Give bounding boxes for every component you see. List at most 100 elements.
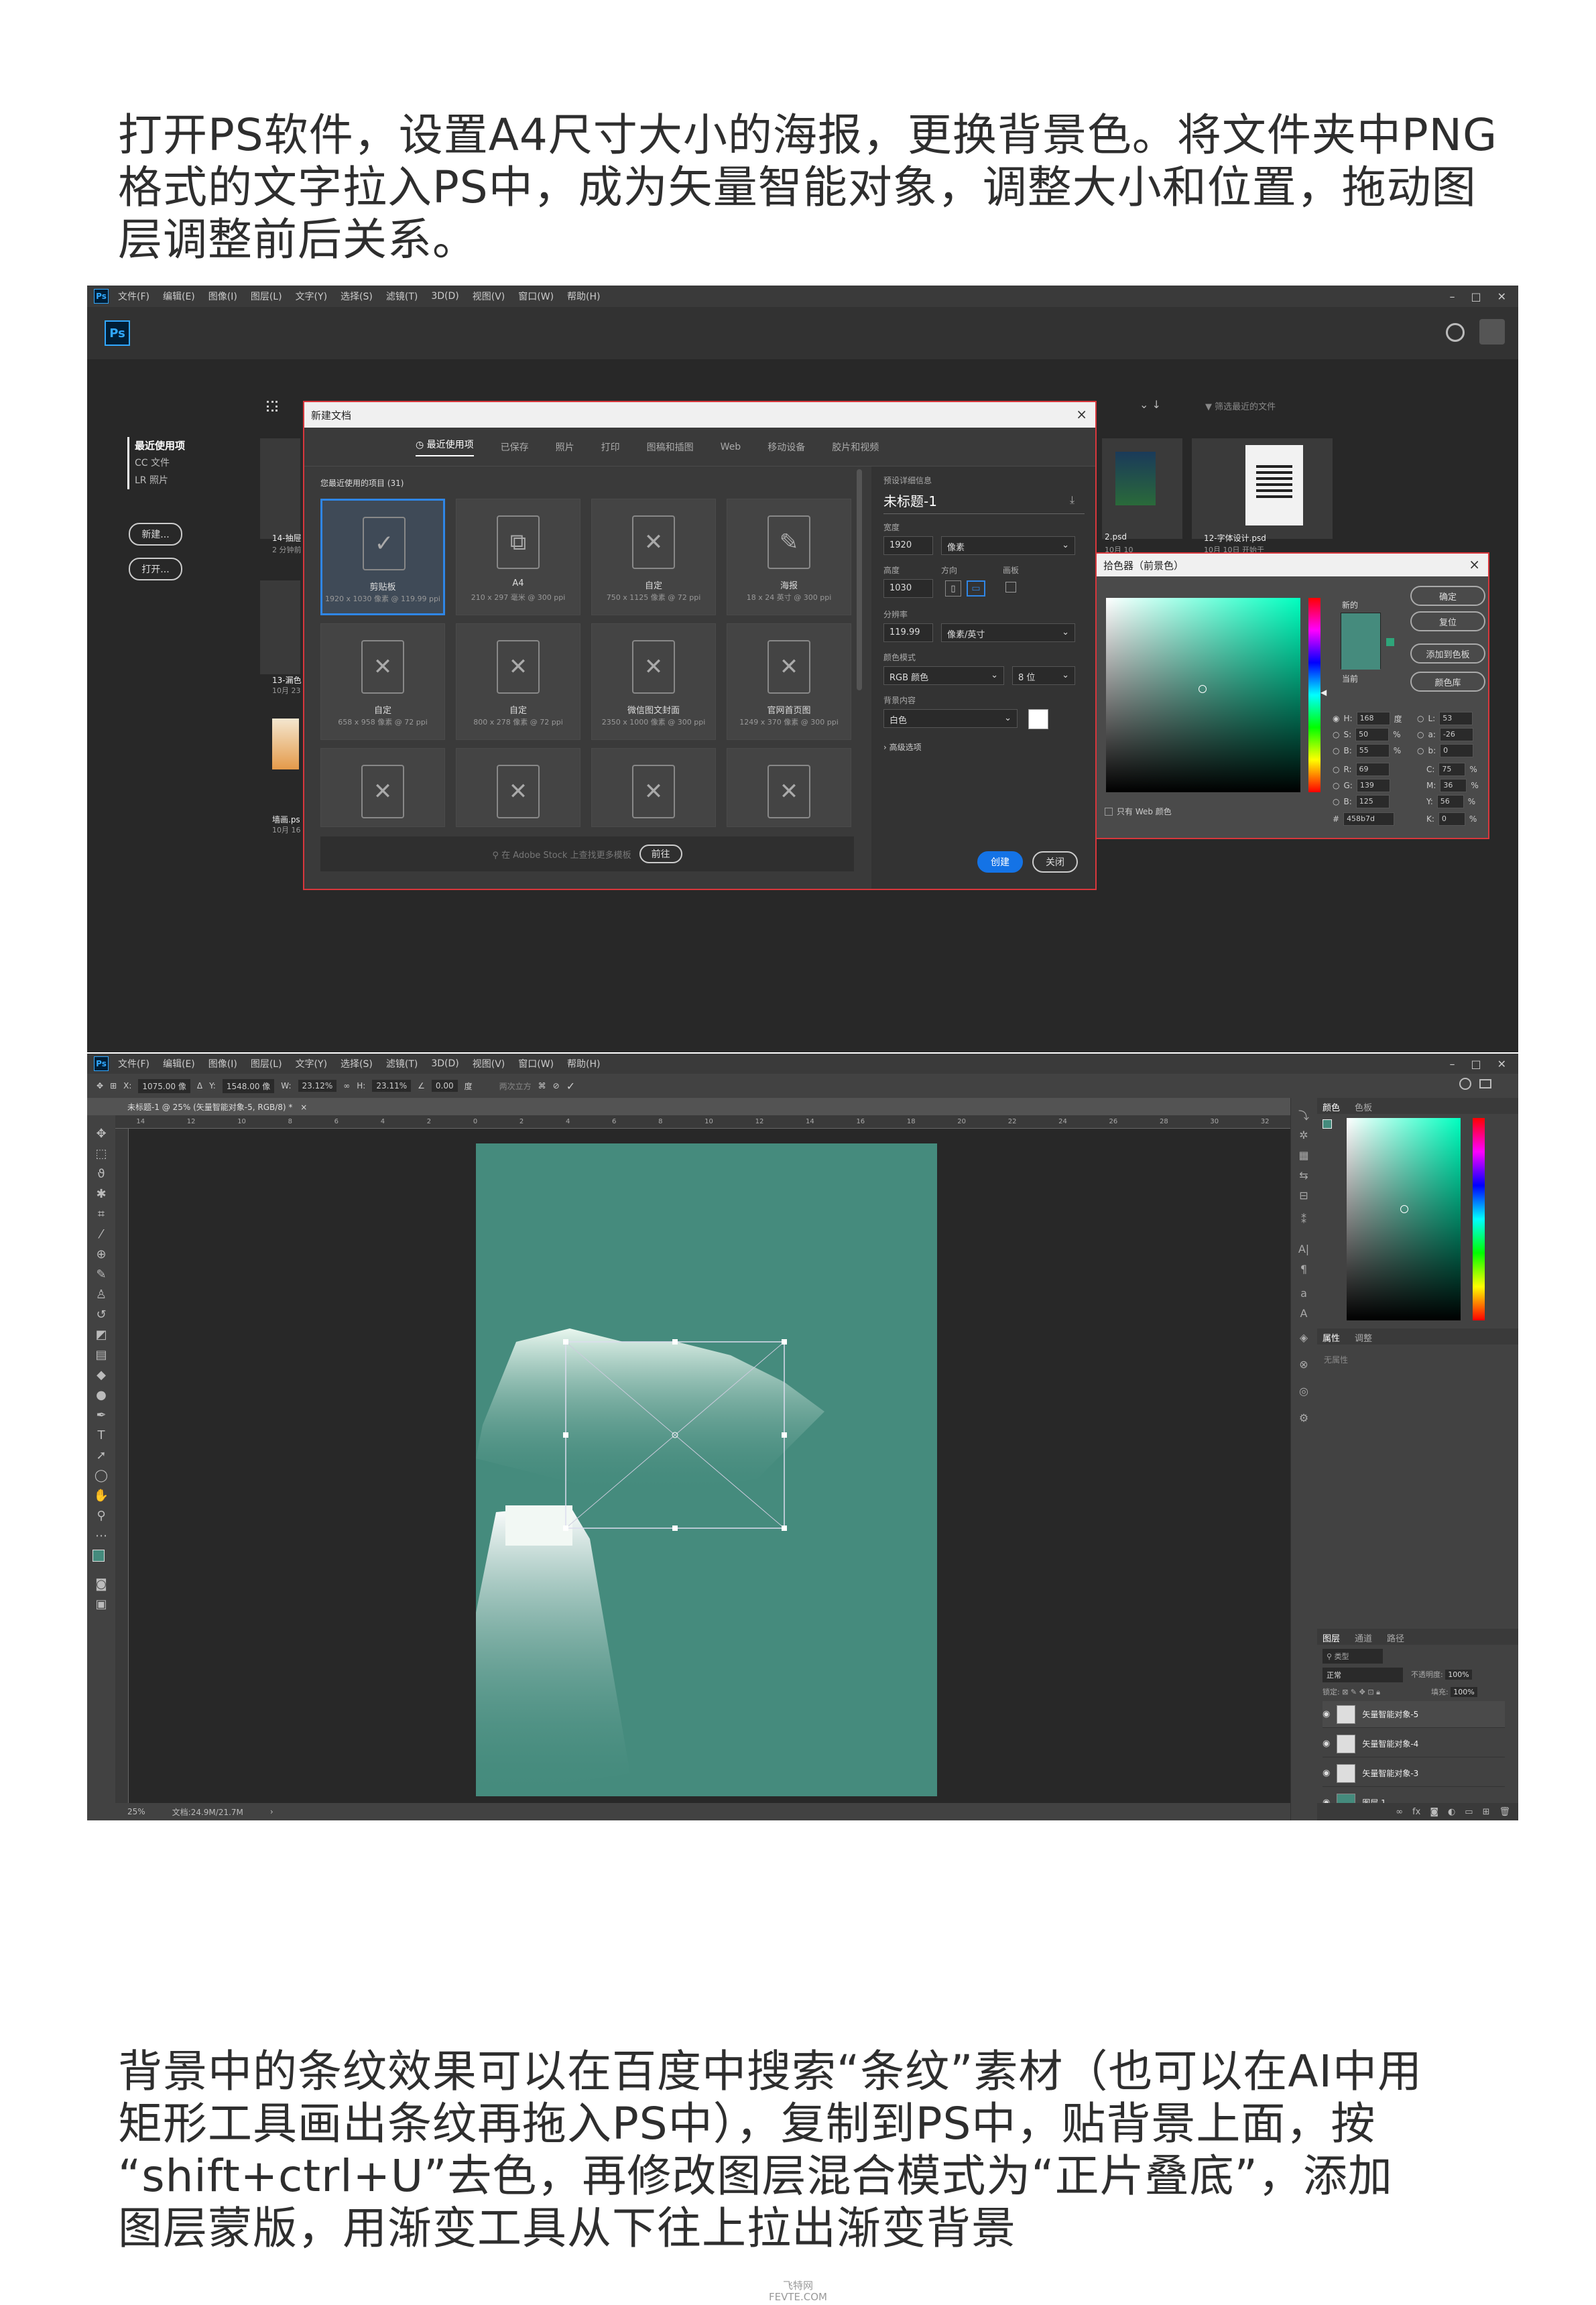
menu-file[interactable]: 文件(F) xyxy=(118,290,149,303)
transform-handle[interactable] xyxy=(672,1525,678,1531)
preset-tile[interactable]: ✎ 海报 18 x 24 英寸 @ 300 ppi xyxy=(727,499,851,615)
preset-tile[interactable]: ✕ 官网首页图 1249 x 370 像素 @ 300 ppi xyxy=(727,623,851,740)
sort-arrow-icon[interactable]: ⌄ ↓ xyxy=(1140,398,1161,411)
interpolation-select[interactable]: 两次立方 xyxy=(499,1080,532,1092)
preset-tile[interactable]: ✕ xyxy=(591,748,716,827)
clone-source-icon[interactable]: ⇆ xyxy=(1296,1168,1311,1182)
preset-tile[interactable]: ✕ xyxy=(727,748,851,827)
more-tools-icon[interactable]: ⋯ xyxy=(93,1527,110,1544)
layer-row[interactable]: ◉ 矢量智能对象-4 xyxy=(1323,1731,1505,1757)
move-tool-icon[interactable]: ✥ xyxy=(93,1125,110,1142)
tab-properties[interactable]: 属性 xyxy=(1323,1331,1340,1344)
3d-icon[interactable]: ◈ xyxy=(1296,1330,1311,1345)
adjustment-layer-icon[interactable]: ◐ xyxy=(1448,1807,1455,1817)
filter-recent-input[interactable]: ▼ 筛选最近的文件 xyxy=(1205,399,1276,412)
minimize-icon[interactable]: – xyxy=(1449,1058,1455,1070)
blend-mode-select[interactable]: 正常 xyxy=(1323,1668,1403,1682)
landscape-icon[interactable]: ▭ xyxy=(967,580,985,597)
field-value[interactable]: 0 xyxy=(1440,744,1474,757)
field-value[interactable]: 0 xyxy=(1438,812,1465,826)
maximize-icon[interactable]: □ xyxy=(1471,1058,1481,1070)
search-icon[interactable] xyxy=(1459,1078,1471,1090)
reset-button[interactable]: 复位 xyxy=(1410,611,1485,631)
field-value[interactable]: 55 xyxy=(1355,744,1390,757)
dodge-tool-icon[interactable]: ● xyxy=(93,1386,110,1404)
menu-edit[interactable]: 编辑(E) xyxy=(163,1057,195,1070)
picker-field-a[interactable]: ○ a: -26 xyxy=(1417,728,1473,741)
new-group-icon[interactable]: ▭ xyxy=(1465,1807,1473,1817)
hue-slider-handle-icon[interactable]: ◀ xyxy=(1321,688,1327,697)
fill-control[interactable]: 填充: 100% xyxy=(1431,1686,1477,1697)
ok-button[interactable]: 确定 xyxy=(1410,586,1485,606)
fx-icon[interactable]: fx xyxy=(1412,1807,1420,1817)
glyphs-icon[interactable]: a xyxy=(1296,1286,1311,1300)
reference-point-icon[interactable]: ⊞ xyxy=(110,1081,117,1091)
menu-type[interactable]: 文字(Y) xyxy=(296,290,327,303)
eye-icon[interactable]: ◉ xyxy=(1323,1768,1330,1778)
brush-settings-icon[interactable]: ✲ xyxy=(1296,1127,1311,1142)
resolution-input[interactable]: 119.99 xyxy=(883,623,933,642)
field-value[interactable]: 53 xyxy=(1439,712,1473,725)
tool-presets-icon[interactable]: ⊟ xyxy=(1296,1188,1311,1202)
menu-window[interactable]: 窗口(W) xyxy=(518,290,554,303)
picker-field-hex[interactable]: #458b7d xyxy=(1333,812,1395,826)
path-select-tool-icon[interactable]: ➚ xyxy=(93,1446,110,1464)
recent-file-thumb[interactable] xyxy=(260,438,300,539)
eye-icon[interactable]: ◉ xyxy=(1323,1709,1330,1719)
angle-input[interactable]: 0.00 xyxy=(431,1080,458,1092)
tab-film[interactable]: 胶片和视频 xyxy=(832,440,879,454)
menu-type[interactable]: 文字(Y) xyxy=(296,1057,327,1070)
layer-row[interactable]: ◉ 矢量智能对象-5 xyxy=(1323,1701,1505,1728)
info-icon[interactable]: ⁑ xyxy=(1296,1212,1311,1227)
picker-field-lab-b[interactable]: ○ b: 0 xyxy=(1417,744,1474,757)
move-tool-icon[interactable]: ✥ xyxy=(97,1081,103,1091)
tab-swatches[interactable]: 色板 xyxy=(1355,1101,1372,1113)
recent-file-thumb[interactable] xyxy=(260,580,300,674)
scrollbar[interactable] xyxy=(857,469,862,690)
menu-window[interactable]: 窗口(W) xyxy=(518,1057,554,1070)
preset-tile[interactable]: ✕ 微信图文封面 2350 x 1000 像素 @ 300 ppi xyxy=(591,623,716,740)
picker-field-k[interactable]: K: 0% xyxy=(1426,812,1477,826)
styles-icon[interactable]: A xyxy=(1296,1306,1311,1320)
tab-photo[interactable]: 照片 xyxy=(556,440,574,454)
nav-cc-files[interactable]: CC 文件 xyxy=(135,454,261,472)
menu-layer[interactable]: 图层(L) xyxy=(251,290,282,303)
transform-handle[interactable] xyxy=(782,1525,787,1531)
width-input[interactable]: 1920 xyxy=(883,536,933,555)
close-icon[interactable]: ✕ xyxy=(1497,1058,1506,1070)
zoom-level[interactable]: 25% xyxy=(127,1807,145,1816)
close-icon[interactable]: × xyxy=(1469,556,1480,572)
eraser-tool-icon[interactable]: ◩ xyxy=(93,1326,110,1343)
lasso-tool-icon[interactable]: ϑ xyxy=(93,1165,110,1182)
new-layer-icon[interactable]: ⊞ xyxy=(1483,1807,1490,1817)
menu-select[interactable]: 选择(S) xyxy=(341,290,373,303)
close-icon[interactable]: × xyxy=(300,1103,307,1112)
eye-icon[interactable]: ◉ xyxy=(1323,1739,1330,1749)
color-mode-select[interactable]: RGB 颜色 ⌄ xyxy=(883,666,1004,685)
menu-filter[interactable]: 滤镜(T) xyxy=(386,1057,418,1070)
h-input[interactable]: 23.11% xyxy=(372,1080,412,1092)
field-value[interactable]: 56 xyxy=(1436,795,1464,808)
web-only-checkbox[interactable]: 只有 Web 颜色 xyxy=(1105,806,1172,817)
gamut-warning-icon[interactable] xyxy=(1386,638,1394,646)
portrait-icon[interactable]: ▯ xyxy=(945,580,961,597)
color-field[interactable] xyxy=(1347,1118,1461,1320)
poster-canvas[interactable] xyxy=(476,1143,937,1796)
bit-depth-select[interactable]: 8 位 ⌄ xyxy=(1012,666,1075,685)
menu-filter[interactable]: 滤镜(T) xyxy=(386,290,418,303)
save-preset-icon[interactable]: ⤓ xyxy=(1070,493,1075,507)
add-to-swatches-button[interactable]: 添加到色板 xyxy=(1410,643,1485,664)
minimize-icon[interactable]: – xyxy=(1449,290,1455,303)
user-avatar[interactable] xyxy=(1479,319,1505,345)
recent-file-thumb[interactable] xyxy=(1192,438,1333,539)
menu-select[interactable]: 选择(S) xyxy=(341,1057,373,1070)
picker-field-g[interactable]: ○ G: 139 xyxy=(1333,779,1390,792)
chevron-right-icon[interactable]: › xyxy=(270,1807,273,1816)
hue-slider[interactable] xyxy=(1308,598,1321,792)
height-input[interactable]: 1030 xyxy=(883,579,933,598)
maximize-icon[interactable]: □ xyxy=(1471,290,1481,303)
opacity-control[interactable]: 不透明度: 100% xyxy=(1411,1669,1472,1680)
menu-view[interactable]: 视图(V) xyxy=(473,1057,505,1070)
hex-input[interactable]: 458b7d xyxy=(1343,812,1395,826)
preset-tile[interactable]: ✕ xyxy=(320,748,445,827)
